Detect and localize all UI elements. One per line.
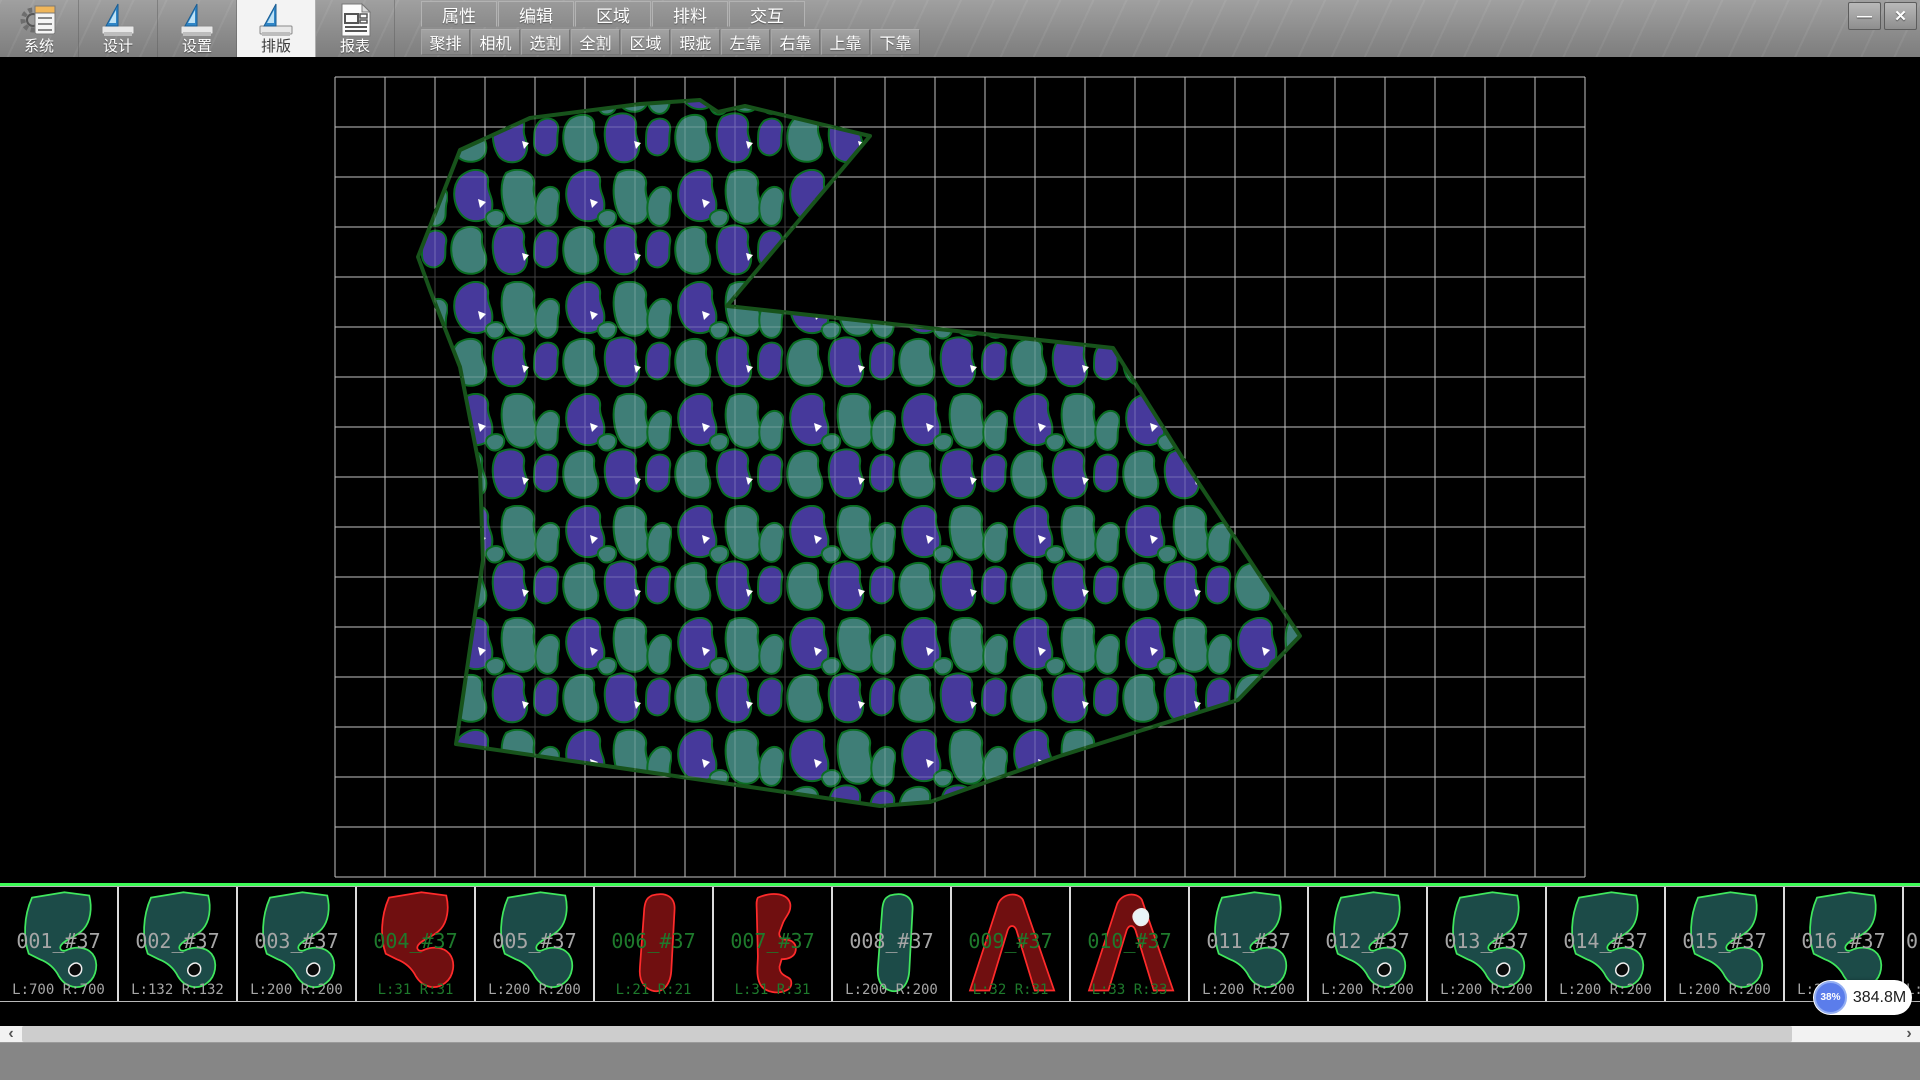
- part-cell-009_#37[interactable]: 009_#37 L:32 R:31: [952, 887, 1071, 1001]
- ruler-design-icon: [98, 2, 138, 38]
- gear-system-icon: [19, 2, 59, 38]
- action-button-align-bottom[interactable]: 下靠: [871, 29, 920, 55]
- action-button-bar: 聚排相机选割全割区域瑕疵左靠右靠上靠下靠: [421, 29, 921, 56]
- part-name-label: 008_#37: [833, 929, 950, 953]
- menu-tab-region[interactable]: 区域: [575, 1, 651, 27]
- part-count-label: L:32 R:31: [952, 982, 1069, 998]
- status-bar: [0, 1042, 1920, 1080]
- scroll-left-arrow-icon[interactable]: ‹: [0, 1026, 22, 1042]
- launcher-item-label: 排版: [261, 38, 291, 55]
- part-count-label: L:200 R:200: [1190, 982, 1307, 998]
- nesting-canvas-svg[interactable]: [0, 57, 1920, 883]
- part-name-label: 012_#37: [1309, 929, 1426, 953]
- report-document-icon: [335, 2, 375, 38]
- window-controls: — ✕: [1848, 2, 1917, 30]
- part-cell-005_#37[interactable]: 005_#37 L:200 R:200: [476, 887, 595, 1001]
- launcher-item-label: 设计: [103, 38, 133, 55]
- close-button[interactable]: ✕: [1884, 2, 1917, 30]
- action-button-align-left[interactable]: 左靠: [721, 29, 770, 55]
- part-count-label: L:31 R:31: [357, 982, 474, 998]
- progress-percent-circle: 38%: [1814, 981, 1847, 1014]
- part-cell-002_#37[interactable]: 002_#37 L:132 R:132: [119, 887, 238, 1001]
- part-cell-001_#37[interactable]: 001_#37 L:700 R:700: [0, 887, 119, 1001]
- part-count-label: L:200 R:200: [1547, 982, 1664, 998]
- action-button-zone[interactable]: 区域: [621, 29, 670, 55]
- part-cell-007_#37[interactable]: 007_#37 L:31 R:31: [714, 887, 833, 1001]
- action-button-cluster-nest[interactable]: 聚排: [421, 29, 470, 55]
- part-name-label: 013_#37: [1428, 929, 1545, 953]
- part-count-label: L:21 R:21: [595, 982, 712, 998]
- action-button-cut-selected[interactable]: 选割: [521, 29, 570, 55]
- part-count-label: L:31 R:31: [714, 982, 831, 998]
- part-name-label: 009_#37: [952, 929, 1069, 953]
- part-cell-012_#37[interactable]: 012_#37 L:200 R:200: [1309, 887, 1428, 1001]
- launcher-item-design[interactable]: 设计: [79, 0, 158, 57]
- action-button-align-top[interactable]: 上靠: [821, 29, 870, 55]
- part-count-label: L:200 R:200: [833, 982, 950, 998]
- part-cell-013_#37[interactable]: 013_#37 L:200 R:200: [1428, 887, 1547, 1001]
- part-name-label: 005_#37: [476, 929, 593, 953]
- top-toolbar: 系统设计设置排版报表 属性编辑区域排料交互 聚排相机选割全割区域瑕疵左靠右靠上靠…: [0, 0, 1920, 57]
- part-name-label: 006_#37: [595, 929, 712, 953]
- part-name-label: 0: [1904, 929, 1920, 953]
- menu-tab-nesting[interactable]: 排料: [652, 1, 728, 27]
- part-cell-004_#37[interactable]: 004_#37 L:31 R:31: [357, 887, 476, 1001]
- part-cell-014_#37[interactable]: 014_#37 L:200 R:200: [1547, 887, 1666, 1001]
- launcher-item-report[interactable]: 报表: [316, 0, 395, 57]
- part-name-label: 015_#37: [1666, 929, 1783, 953]
- part-count-label: L:200 R:200: [1428, 982, 1545, 998]
- part-count-label: L:200 R:200: [238, 982, 355, 998]
- part-name-label: 007_#37: [714, 929, 831, 953]
- horizontal-scrollbar[interactable]: ‹ ›: [0, 1026, 1920, 1042]
- launcher-item-system[interactable]: 系统: [0, 0, 79, 57]
- part-name-label: 002_#37: [119, 929, 236, 953]
- part-name-label: 001_#37: [0, 929, 117, 953]
- action-button-camera[interactable]: 相机: [471, 29, 520, 55]
- part-cell-011_#37[interactable]: 011_#37 L:200 R:200: [1190, 887, 1309, 1001]
- nesting-canvas-area[interactable]: [0, 57, 1920, 883]
- launcher-item-layout[interactable]: 排版: [237, 0, 316, 57]
- part-count-label: L:700 R:700: [0, 982, 117, 998]
- part-name-label: 016_#37: [1785, 929, 1902, 953]
- application-window: 系统设计设置排版报表 属性编辑区域排料交互 聚排相机选割全割区域瑕疵左靠右靠上靠…: [0, 0, 1920, 1080]
- scroll-right-arrow-icon[interactable]: ›: [1898, 1026, 1920, 1042]
- ruler-settings-icon: [177, 2, 217, 38]
- menu-tab-properties[interactable]: 属性: [421, 1, 497, 27]
- action-button-defect[interactable]: 瑕疵: [671, 29, 720, 55]
- part-name-label: 003_#37: [238, 929, 355, 953]
- part-count-label: L:200 R:200: [1309, 982, 1426, 998]
- module-launcher: 系统 设计 设置 排版 报表: [0, 0, 395, 57]
- progress-badge: 38% 384.8M: [1813, 980, 1912, 1015]
- part-cell-008_#37[interactable]: 008_#37 L:200 R:200: [833, 887, 952, 1001]
- action-button-cut-all[interactable]: 全割: [571, 29, 620, 55]
- part-count-label: L:200 R:200: [476, 982, 593, 998]
- part-count-label: L:200 R:200: [1666, 982, 1783, 998]
- part-cell-015_#37[interactable]: 015_#37 L:200 R:200: [1666, 887, 1785, 1001]
- minimize-button[interactable]: —: [1848, 2, 1881, 30]
- part-name-label: 011_#37: [1190, 929, 1307, 953]
- action-button-align-right[interactable]: 右靠: [771, 29, 820, 55]
- ruler-layout-icon: [256, 2, 296, 38]
- part-cell-003_#37[interactable]: 003_#37 L:200 R:200: [238, 887, 357, 1001]
- launcher-item-label: 系统: [24, 38, 54, 55]
- part-name-label: 010_#37: [1071, 929, 1188, 953]
- launcher-item-settings[interactable]: 设置: [158, 0, 237, 57]
- part-cell-006_#37[interactable]: 006_#37 L:21 R:21: [595, 887, 714, 1001]
- launcher-item-label: 报表: [340, 38, 370, 55]
- part-name-label: 004_#37: [357, 929, 474, 953]
- scrollbar-thumb[interactable]: [22, 1026, 1792, 1042]
- launcher-item-label: 设置: [182, 38, 212, 55]
- part-count-label: L:132 R:132: [119, 982, 236, 998]
- part-count-label: L:33 R:33: [1071, 982, 1188, 998]
- menu-tab-interact[interactable]: 交互: [729, 1, 805, 27]
- menu-tab-edit[interactable]: 编辑: [498, 1, 574, 27]
- part-cell-010_#37[interactable]: 010_#37 L:33 R:33: [1071, 887, 1190, 1001]
- memory-usage-label: 384.8M: [1847, 989, 1912, 1007]
- menu-tab-bar: 属性编辑区域排料交互: [421, 1, 806, 28]
- part-name-label: 014_#37: [1547, 929, 1664, 953]
- parts-thumbnail-strip: 001_#37L:700 R:700002_#37L:132 R:132003_…: [0, 886, 1920, 1002]
